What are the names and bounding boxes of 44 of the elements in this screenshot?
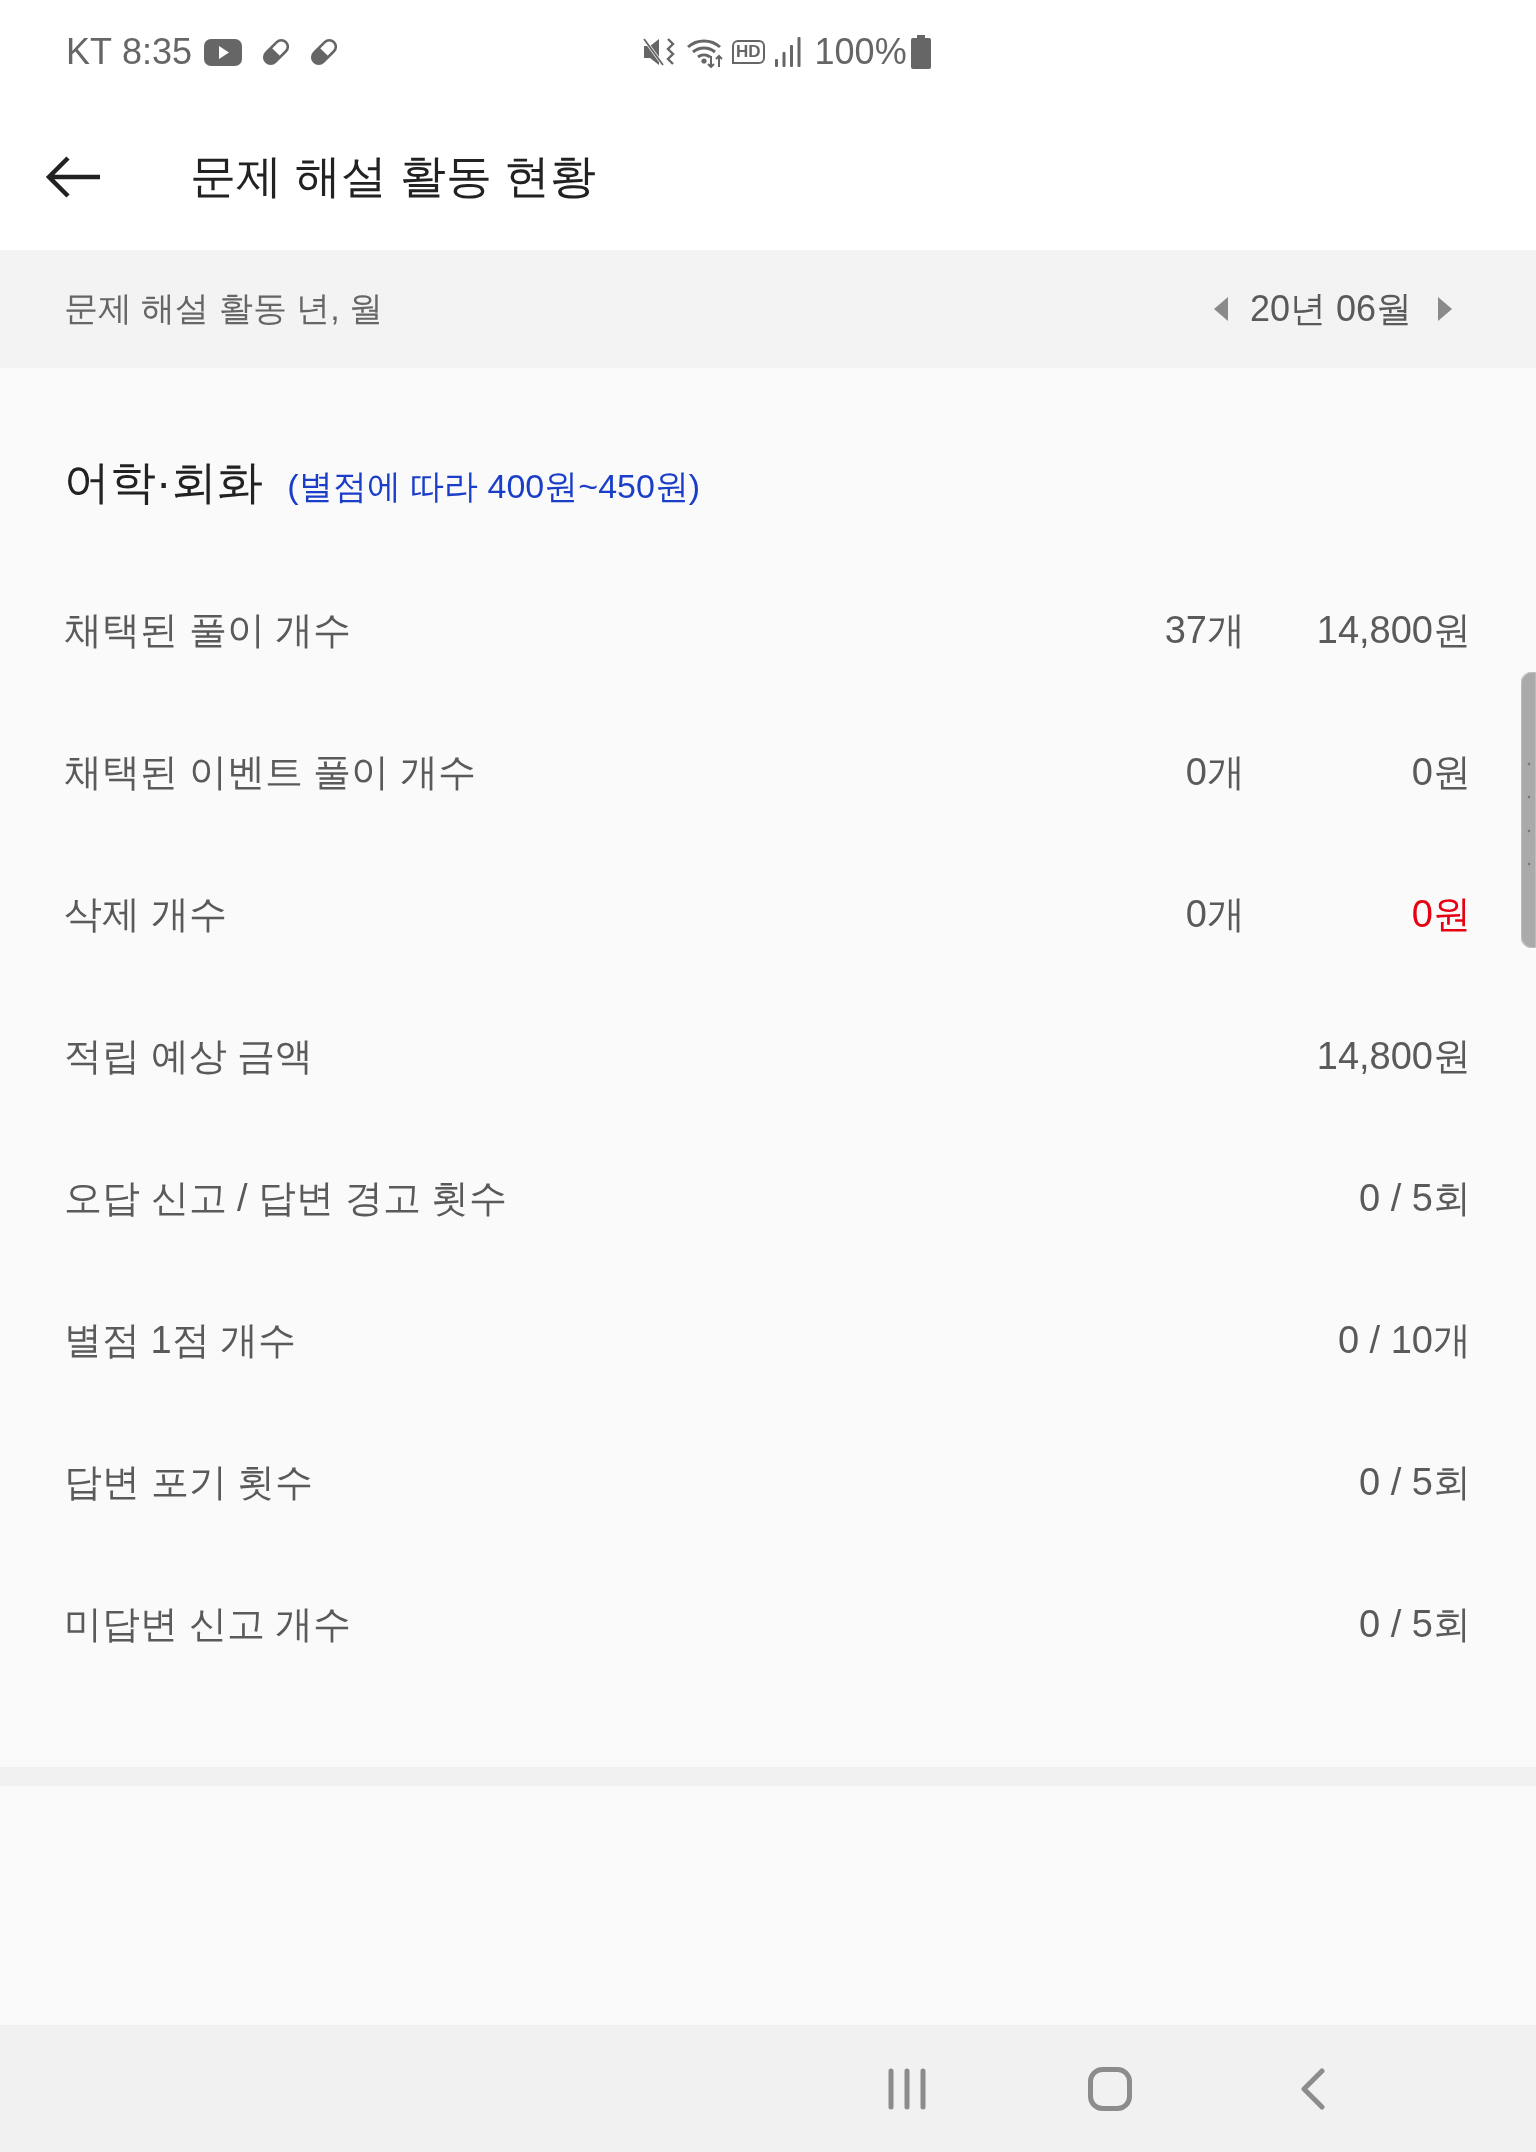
row-value: 0 / 5회 [1359, 1459, 1471, 1505]
previous-month-button[interactable] [1213, 297, 1228, 321]
recent-apps-button[interactable] [886, 2067, 927, 2110]
home-icon [1087, 2066, 1132, 2111]
row-label: 미답변 신고 개수 [64, 1601, 353, 1647]
home-button[interactable] [1087, 2066, 1132, 2111]
back-chevron-icon [1299, 2067, 1326, 2110]
battery-icon [910, 35, 931, 69]
mute-vibrate-icon [642, 36, 676, 68]
section-note: (별점에 따라 400원~450원) [287, 466, 701, 507]
back-nav-button[interactable] [1299, 2067, 1326, 2110]
period-value: 20년 06월 [1249, 286, 1412, 331]
signal-icon [774, 37, 801, 67]
scroll-handle[interactable] [1521, 672, 1536, 948]
right-triangle-icon [1438, 297, 1452, 321]
amount-value: 14,800원 [1316, 607, 1471, 653]
count-value: 37개 [1164, 607, 1245, 653]
wifi-icon [686, 36, 724, 68]
row-label: 채택된 풀이 개수 [64, 607, 353, 653]
row-label: 오답 신고 / 답변 경고 횟수 [64, 1175, 509, 1221]
amount-value: 0원 [1411, 749, 1471, 795]
row-label: 적립 예상 금액 [64, 1033, 315, 1079]
left-triangle-icon [1213, 297, 1228, 321]
battery-percent: 100% [814, 31, 907, 73]
row-value: 14,800원 [1316, 1033, 1471, 1079]
page-title: 문제 해설 활동 현황 [190, 149, 597, 204]
row-label: 답변 포기 횟수 [64, 1459, 315, 1505]
next-month-button[interactable] [1438, 297, 1452, 321]
carrier-name: KT [66, 31, 112, 73]
recent-apps-icon [886, 2067, 927, 2110]
row-value: 0 / 10개 [1337, 1317, 1471, 1363]
status-time: 8:35 [122, 31, 193, 73]
row-label: 별점 1점 개수 [64, 1317, 298, 1363]
row-value: 0 / 5회 [1359, 1175, 1471, 1221]
play-icon [204, 38, 243, 66]
section-title: 어학·회화 [64, 455, 264, 510]
count-value: 0개 [1185, 891, 1245, 937]
amount-value: 0원 [1411, 891, 1471, 937]
row-value: 0 / 5회 [1359, 1601, 1471, 1647]
hd-badge: HD [732, 40, 765, 64]
row-label: 채택된 이벤트 풀이 개수 [64, 749, 477, 795]
row-label: 삭제 개수 [64, 891, 228, 937]
period-label: 문제 해설 활동 년, 월 [64, 288, 384, 329]
count-value: 0개 [1185, 749, 1245, 795]
